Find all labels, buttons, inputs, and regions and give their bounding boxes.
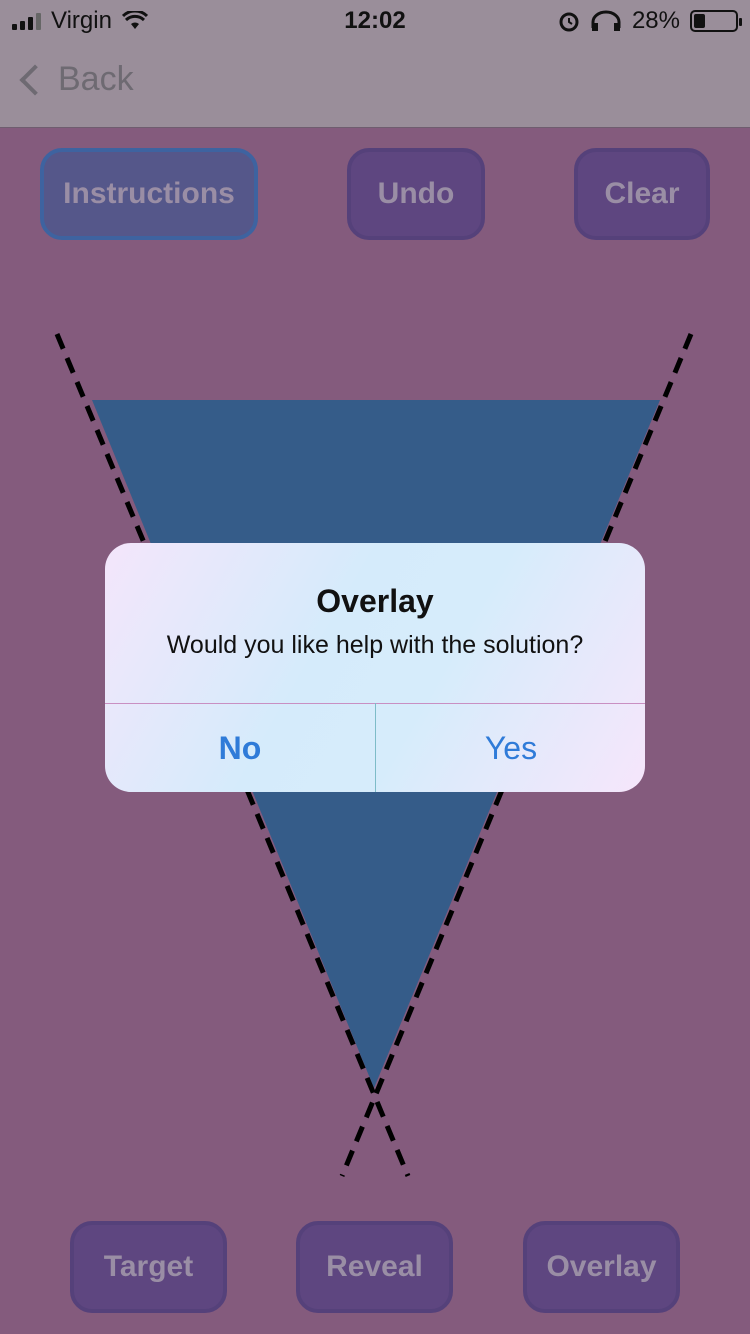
alert-message: Would you like help with the solution? (166, 631, 584, 659)
yes-button[interactable]: Yes (376, 704, 645, 792)
no-label: No (218, 729, 262, 766)
alert-title: Overlay (316, 583, 434, 619)
instructions-label: Instructions (63, 177, 235, 210)
instructions-button[interactable]: Instructions (40, 148, 258, 240)
chevron-left-icon (19, 63, 51, 96)
overlay-button[interactable]: Overlay (523, 1221, 680, 1313)
reveal-label: Reveal (326, 1250, 423, 1283)
battery-percent: 28% (631, 7, 680, 34)
status-bar: Virgin 12:02 28% (0, 0, 750, 40)
navigation-bar: Back (0, 40, 750, 128)
no-button[interactable]: No (105, 704, 375, 792)
alert-dialog: Overlay Would you like help with the sol… (105, 543, 645, 792)
headphones-icon (591, 10, 621, 31)
reveal-button[interactable]: Reveal (296, 1221, 453, 1313)
battery-icon (690, 10, 742, 32)
target-label: Target (103, 1250, 194, 1283)
battery-fill (694, 14, 706, 28)
back-label: Back (58, 60, 134, 98)
back-button[interactable]: Back (16, 60, 134, 99)
yes-label: Yes (484, 729, 538, 766)
target-button[interactable]: Target (70, 1221, 227, 1313)
overlay-label: Overlay (546, 1250, 657, 1283)
undo-label: Undo (377, 177, 455, 210)
clear-button[interactable]: Clear (574, 148, 710, 240)
undo-button[interactable]: Undo (347, 148, 485, 240)
alarm-icon (559, 12, 579, 32)
clear-label: Clear (604, 177, 680, 210)
status-right: 28% (558, 7, 742, 35)
